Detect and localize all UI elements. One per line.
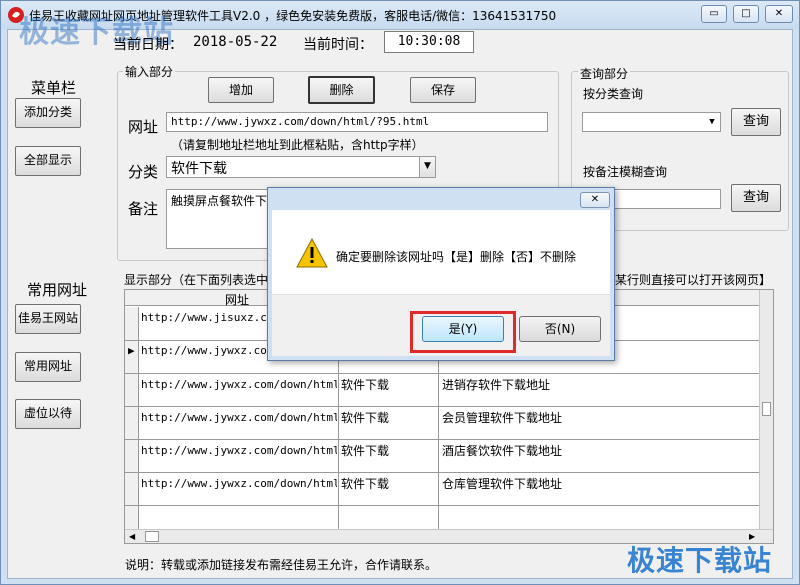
chevron-down-icon[interactable]: ▼ — [419, 157, 435, 177]
row-divider — [125, 373, 761, 374]
time-value: 10:30:08 — [384, 31, 474, 53]
url-label: 网址 — [128, 118, 159, 136]
minimize-icon[interactable]: ▭ — [701, 5, 727, 23]
highlight-box — [410, 311, 516, 353]
dialog-close-icon[interactable]: ✕ — [580, 192, 610, 208]
common-urls-button[interactable]: 常用网址 — [15, 352, 81, 382]
note-textarea[interactable]: 触摸屏点餐软件下 — [166, 189, 271, 249]
date-label: 当前日期： — [113, 37, 183, 53]
cell-category: 软件下载 — [341, 444, 390, 458]
input-group-label: 输入部分 — [123, 63, 176, 80]
watermark-bottom: 极速下载站 — [627, 544, 773, 577]
row-divider — [125, 505, 761, 506]
maximize-icon[interactable]: □ — [733, 5, 759, 23]
note-label: 备注 — [128, 200, 159, 218]
by-note-label: 按备注模糊查询 — [583, 165, 668, 179]
category-select[interactable]: 软件下载 ▼ — [166, 156, 436, 178]
url-input[interactable]: http://www.jywxz.com/down/html/?95.html — [166, 112, 548, 132]
cell-note: 仓库管理软件下载地址 — [442, 477, 563, 491]
jiayiwang-site-button[interactable]: 佳易王网站 — [15, 304, 81, 334]
cell-note: 酒店餐饮软件下载地址 — [442, 444, 563, 458]
by-category-label: 按分类查询 — [583, 87, 644, 101]
display-label-right: 某行则直接可以打开该网页】 — [615, 273, 772, 287]
query-category-button[interactable]: 查询 — [731, 108, 781, 136]
query-note-button[interactable]: 查询 — [731, 184, 781, 212]
row-divider — [125, 406, 761, 407]
save-button[interactable]: 保存 — [410, 77, 476, 103]
add-button[interactable]: 增加 — [208, 77, 274, 103]
cell-url: http://www.jywxz.com/down/html/?9 — [141, 444, 337, 457]
note-query-input[interactable] — [614, 189, 721, 209]
no-button[interactable]: 否(N) — [519, 316, 601, 342]
common-urls-title: 常用网址 — [27, 281, 88, 299]
scroll-left-icon[interactable]: ◀ — [129, 532, 135, 541]
time-label: 当前时间： — [303, 37, 373, 53]
current-row-marker: ▶ — [128, 344, 135, 357]
url-hint: （请复制地址栏地址到此框粘贴，含http字样） — [171, 138, 424, 152]
row-divider — [125, 472, 761, 473]
cell-note: 进销存软件下载地址 — [442, 378, 551, 392]
display-label-left: 显示部分（在下面列表选中 — [124, 273, 269, 287]
scroll-thumb-horizontal[interactable] — [145, 531, 159, 542]
show-all-button[interactable]: 全部显示 — [15, 146, 81, 176]
cell-note: 会员管理软件下载地址 — [442, 411, 563, 425]
dialog-message: 确定要删除该网址吗【是】删除【否】不删除 — [336, 250, 577, 264]
column-header-url[interactable]: 网址 — [225, 291, 249, 308]
category-query-select[interactable]: ▼ — [582, 112, 721, 132]
cell-url: http://www.jywxz.com/down/html/?9 — [141, 411, 337, 424]
add-category-button[interactable]: 添加分类 — [15, 98, 81, 128]
cell-url: http://www.jywxz.com/down/html/?9 — [141, 378, 337, 391]
scroll-thumb[interactable] — [762, 402, 771, 416]
close-icon[interactable]: ✕ — [765, 5, 793, 23]
app-window: 佳易王收藏网址网页地址管理软件工具V2.0 ，绿色免安装免费版，客服电话/微信：… — [0, 0, 800, 585]
cell-category: 软件下载 — [341, 378, 390, 392]
row-divider — [125, 439, 761, 440]
cell-category: 软件下载 — [341, 411, 390, 425]
date-value: 2018-05-22 — [193, 34, 278, 50]
cell-url: http://www.jywxz.com/down/html/?9 — [141, 477, 337, 490]
footer-note: 说明：转载或添加链接发布需经佳易王允许，合作请联系。 — [125, 558, 438, 572]
virtual-slot-button[interactable]: 虚位以待 — [15, 399, 81, 429]
delete-button[interactable]: 删除 — [308, 76, 375, 104]
chevron-down-icon[interactable]: ▼ — [704, 113, 720, 131]
menu-title: 菜单栏 — [31, 79, 77, 97]
vertical-scrollbar[interactable] — [759, 290, 773, 530]
warning-icon — [296, 238, 328, 268]
query-group-label: 查询部分 — [578, 65, 631, 82]
cell-category: 软件下载 — [341, 477, 390, 491]
category-label: 分类 — [128, 163, 159, 181]
category-select-value: 软件下载 — [171, 161, 227, 177]
